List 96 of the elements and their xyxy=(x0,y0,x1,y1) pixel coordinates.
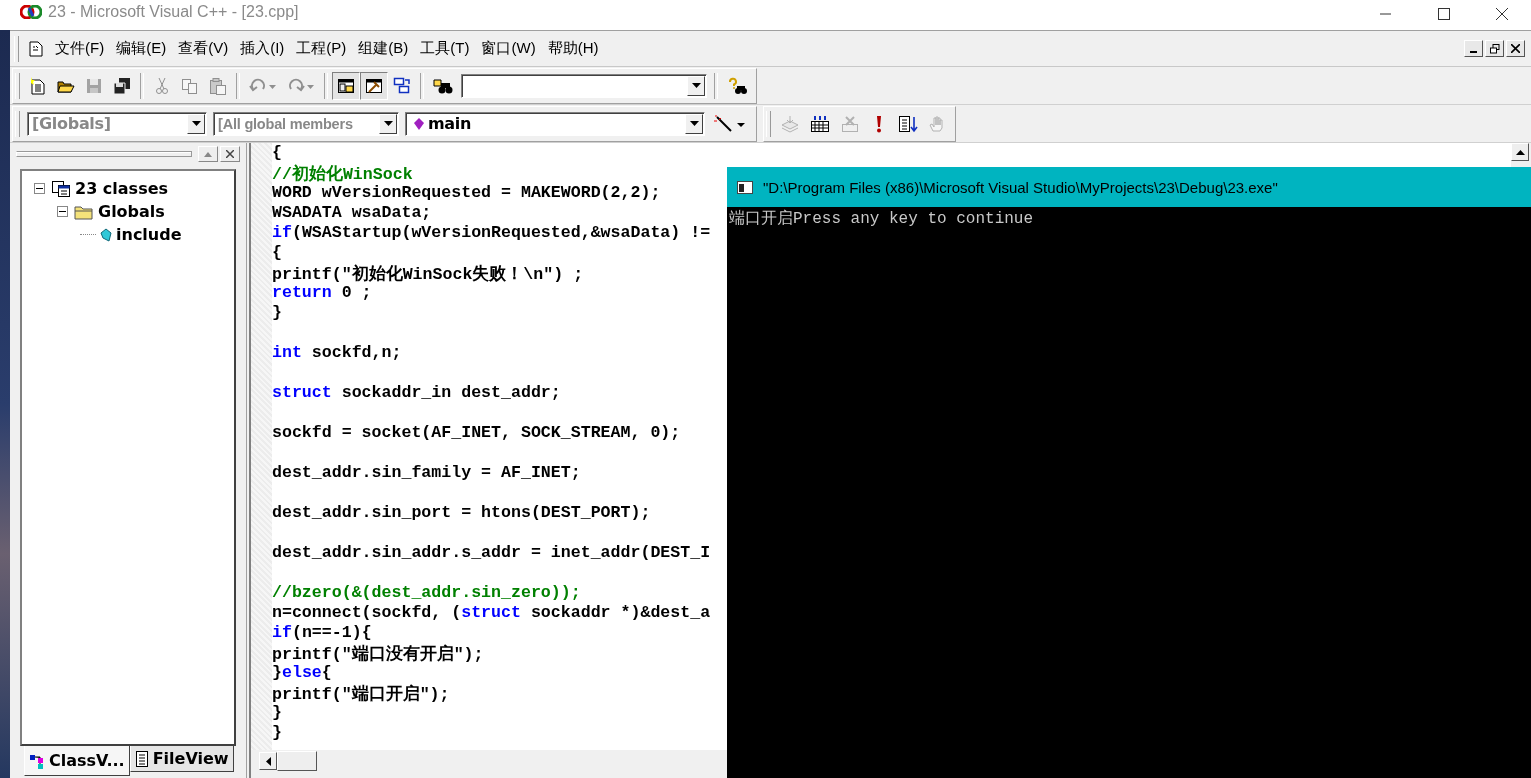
hammer-window-icon xyxy=(365,76,383,95)
minus-icon xyxy=(36,185,43,192)
code-line: printf("端口没有开启"); xyxy=(272,645,484,664)
code-line: sockfd = socket(AF_INET, SOCK_STREAM, 0); xyxy=(272,423,681,442)
menu-item[interactable]: 窗口(W) xyxy=(475,36,542,61)
close-icon xyxy=(226,150,234,158)
workspace-tab[interactable]: ClassV... xyxy=(24,746,130,776)
scroll-thumb[interactable] xyxy=(277,751,317,771)
output-button[interactable] xyxy=(360,71,388,100)
left-triangle-icon xyxy=(265,756,271,766)
workspace-button[interactable] xyxy=(332,71,360,100)
exclamation-icon xyxy=(875,114,883,133)
hand-icon xyxy=(928,114,946,133)
copy-icon xyxy=(181,76,199,95)
menu-item[interactable]: 工具(T) xyxy=(414,36,476,61)
page-arrow-icon xyxy=(898,114,918,133)
console-title: "D:\Program Files (x86)\Microsoft Visual Studio\MyProjects\23\Debug\23.exe" xyxy=(763,178,1278,196)
code-line: dest_addr.sin_addr.s_addr = inet_addr(DEST_I xyxy=(272,543,711,562)
maximize-icon xyxy=(1438,8,1450,20)
classes-icon xyxy=(51,179,71,198)
find-combo-box[interactable] xyxy=(461,73,707,98)
code-line: printf("初始化WinSock失败！\n") ; xyxy=(272,265,584,284)
filter-combo-box[interactable]: [All global members xyxy=(213,111,399,136)
code-line: //bzero(&(dest_addr.sin_zero)); xyxy=(272,583,581,602)
restore-icon xyxy=(1489,43,1500,54)
folder-icon xyxy=(74,203,94,220)
clipboard-icon xyxy=(209,76,227,95)
cross-grid-icon xyxy=(840,114,860,133)
menu-item[interactable]: 组建(B) xyxy=(352,36,415,61)
panes-icon xyxy=(337,76,355,95)
tree-item[interactable]: 23 classes xyxy=(75,179,169,198)
tree-expander[interactable] xyxy=(57,206,68,217)
minus-icon xyxy=(59,208,66,215)
code-line: if(WSAStartup(wVersionRequested,&wsaData) != xyxy=(272,223,711,242)
menu-item[interactable]: 文件(F) xyxy=(49,36,111,61)
tree-item[interactable]: include xyxy=(116,225,182,244)
menu-item[interactable]: 编辑(E) xyxy=(110,36,173,61)
code-line: n=connect(sockfd, (struct sockaddr *)&dest_a xyxy=(272,603,711,622)
code-line: { xyxy=(272,143,282,162)
restore-button[interactable] xyxy=(1485,40,1504,57)
colored-squares-icon xyxy=(29,752,45,769)
menu-item[interactable]: 工程(P) xyxy=(290,36,353,61)
code-line: WORD wVersionRequested = MAKEWORD(2,2); xyxy=(272,183,661,202)
grid-icon xyxy=(810,114,830,133)
workspace-tab[interactable]: FileView xyxy=(129,746,234,772)
code-line: //初始化WinSock xyxy=(272,165,413,184)
cube-icon xyxy=(100,227,112,242)
code-line: } xyxy=(272,723,282,742)
code-line: { xyxy=(272,243,282,262)
scroll-up-button[interactable] xyxy=(1511,143,1529,161)
tree-item[interactable]: Globals xyxy=(98,202,165,221)
code-line: if(n==-1){ xyxy=(272,623,372,642)
menu-item[interactable]: 查看(V) xyxy=(172,36,235,61)
code-line: WSADATA wsaData; xyxy=(272,203,432,222)
code-line: } xyxy=(272,703,282,722)
diamond-icon xyxy=(414,117,424,130)
menu-item[interactable]: 插入(I) xyxy=(234,36,291,61)
dropdown-arrow-icon xyxy=(191,121,201,126)
class-combo-box[interactable]: [Globals] xyxy=(27,111,207,136)
text-page-icon xyxy=(134,750,149,767)
tree-expander[interactable] xyxy=(34,183,45,194)
up-triangle-icon xyxy=(204,151,212,157)
floppy-icon xyxy=(85,76,103,95)
console-window-icon xyxy=(737,180,753,194)
code-line: dest_addr.sin_port = htons(DEST_PORT); xyxy=(272,503,651,522)
scroll-left-button[interactable] xyxy=(259,752,277,770)
function-combo-box[interactable]: main xyxy=(405,111,705,136)
close-pane-button[interactable] xyxy=(220,146,240,162)
console-output: 端口开启Press any key to continue xyxy=(729,210,1034,228)
minimize-button[interactable] xyxy=(1464,40,1483,57)
code-line: int sockfd,n; xyxy=(272,343,402,362)
new-page-icon xyxy=(29,76,47,95)
dropdown-arrow-icon xyxy=(689,121,699,126)
menu-item[interactable]: 帮助(H) xyxy=(541,36,605,61)
magic-wand-icon xyxy=(713,114,747,133)
close-button[interactable] xyxy=(1506,40,1525,57)
close-icon xyxy=(1511,44,1520,53)
stack-icon xyxy=(780,114,800,133)
dropdown-arrow-icon xyxy=(383,121,393,126)
app-logo-icon xyxy=(20,5,42,19)
code-line: }else{ xyxy=(272,663,332,682)
dropdown-arrow-icon xyxy=(691,83,701,88)
code-line: } xyxy=(272,303,282,322)
document-icon xyxy=(29,40,43,57)
code-line: struct sockaddr_in dest_addr; xyxy=(272,383,561,402)
code-line: dest_addr.sin_family = AF_INET; xyxy=(272,463,581,482)
code-line: printf("端口开启"); xyxy=(272,685,450,704)
code-line: return 0 ; xyxy=(272,283,372,302)
stacked-windows-icon xyxy=(393,76,411,95)
scissors-icon xyxy=(153,76,171,95)
question-binoculars-icon xyxy=(727,76,747,95)
floppies-icon xyxy=(113,76,131,95)
close-icon xyxy=(1496,8,1508,20)
up-triangle-icon xyxy=(1515,149,1525,155)
binoculars-icon xyxy=(433,76,453,95)
window-title: 23 - Microsoft Visual C++ - [23.cpp] xyxy=(48,3,299,21)
